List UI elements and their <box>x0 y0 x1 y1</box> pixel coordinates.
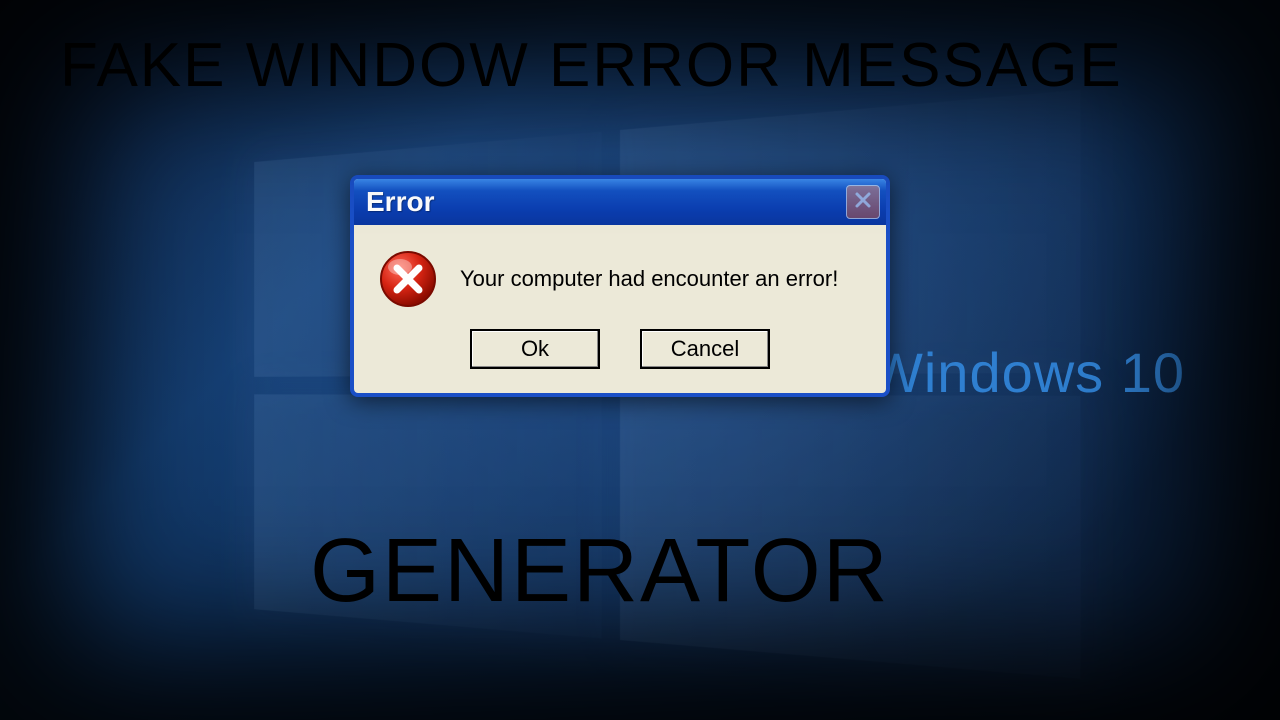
ok-button[interactable]: Ok <box>470 329 600 369</box>
error-x-icon <box>378 249 438 309</box>
dialog-title: Error <box>366 186 434 218</box>
dialog-button-row: Ok Cancel <box>354 323 886 393</box>
heading-bottom: GENERATOR <box>310 520 890 623</box>
brand-text: Windows 10 <box>870 340 1185 405</box>
close-button[interactable] <box>846 185 880 219</box>
cancel-button[interactable]: Cancel <box>640 329 770 369</box>
error-dialog: Error <box>350 175 890 397</box>
heading-top: FAKE WINDOW ERROR MESSAGE <box>60 30 1123 101</box>
close-icon <box>853 190 873 215</box>
dialog-message: Your computer had encounter an error! <box>460 266 838 292</box>
dialog-body: Your computer had encounter an error! <box>354 225 886 323</box>
dialog-titlebar[interactable]: Error <box>354 179 886 225</box>
